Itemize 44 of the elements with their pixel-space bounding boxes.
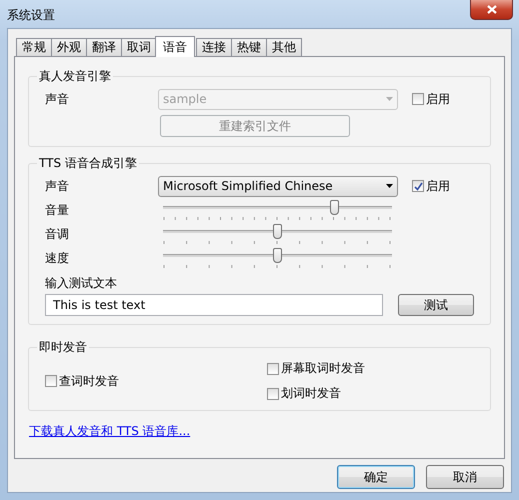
group-title: 真人发音引擎 [38, 68, 112, 85]
checkbox-label[interactable]: 划词时发音 [281, 385, 341, 402]
tab[interactable]: 热键 [231, 38, 267, 56]
checkbox[interactable] [267, 388, 279, 400]
field-label: 声音 [45, 178, 70, 194]
close-button[interactable] [470, 0, 513, 20]
checkbox-label[interactable]: 启用 [426, 178, 450, 194]
checkbox[interactable] [45, 375, 57, 387]
slider-thumb[interactable] [330, 200, 339, 215]
slider-label: 音量 [45, 202, 70, 218]
tab[interactable]: 其他 [266, 38, 302, 56]
checkbox[interactable] [412, 93, 424, 105]
close-icon [486, 5, 496, 14]
dialog-button[interactable]: 确定 [337, 465, 415, 489]
field-label: 声音 [45, 90, 70, 108]
download-link[interactable]: 下载真人发音和 TTS 语音库... [29, 423, 190, 440]
test-text-field[interactable]: This is test text [45, 294, 383, 316]
tab[interactable]: 翻译 [86, 38, 122, 56]
slider-label: 音调 [45, 226, 70, 242]
test-button[interactable]: 测试 [398, 294, 474, 316]
checkbox-label[interactable]: 查词时发音 [59, 372, 119, 390]
window-title: 系统设置 [7, 7, 55, 24]
tab[interactable]: 连接 [196, 38, 232, 56]
slider-thumb[interactable] [272, 248, 282, 263]
group-title: 即时发音 [38, 339, 88, 356]
dropdown-arrow-icon [386, 97, 393, 101]
tab[interactable]: 语音 [155, 36, 195, 57]
slider-label: 速度 [45, 250, 70, 266]
slider[interactable] [163, 223, 392, 245]
checkbox[interactable] [267, 362, 279, 374]
checkbox[interactable] [412, 180, 424, 192]
dropdown-arrow-icon [386, 184, 393, 188]
tab[interactable]: 外观 [51, 38, 87, 56]
group-title: TTS 语音合成引擎 [38, 155, 138, 172]
slider[interactable] [163, 247, 392, 269]
voice-dropdown[interactable]: Microsoft Simplified Chinese [158, 176, 398, 196]
slider-thumb[interactable] [272, 224, 282, 239]
dialog-button[interactable]: 取消 [426, 465, 504, 489]
field-label: 输入测试文本 [45, 275, 118, 292]
checkbox-label[interactable]: 屏幕取词时发音 [281, 360, 365, 377]
checkbox-label[interactable]: 启用 [426, 90, 450, 108]
tab[interactable]: 取词 [121, 38, 157, 56]
tab[interactable]: 常规 [16, 38, 52, 56]
slider[interactable] [163, 199, 392, 221]
